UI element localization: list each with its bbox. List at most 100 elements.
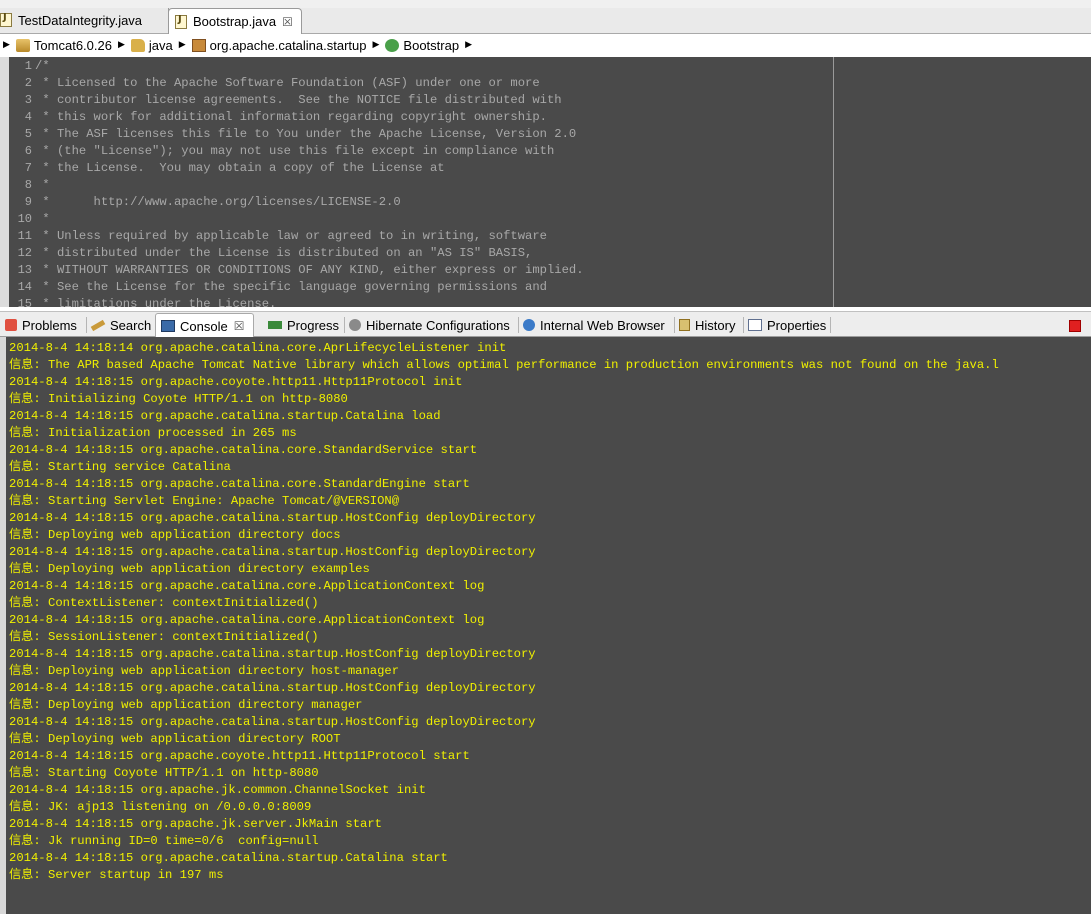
line-number: 12	[17, 246, 32, 260]
breadcrumb-item-package[interactable]: org.apache.catalina.startup	[210, 38, 367, 53]
tab-label: Progress	[287, 317, 340, 333]
console-line: 2014-8-4 14:18:15 org.apache.catalina.st…	[9, 511, 536, 525]
code-line: * limitations under the License.	[35, 297, 277, 307]
console-line: 信息: ContextListener: contextInitialized(…	[9, 596, 319, 610]
code-line: * contributor license agreements. See th…	[35, 93, 562, 107]
code-line: * See the License for the specific langu…	[35, 280, 547, 294]
close-icon[interactable]: ☒	[282, 15, 293, 29]
console-line: 信息: The APR based Apache Tomcat Native l…	[9, 358, 999, 372]
console-line: 2014-8-4 14:18:15 org.apache.jk.server.J…	[9, 817, 382, 831]
code-line: * the License. You may obtain a copy of …	[35, 161, 445, 175]
tab-internal-web-browser[interactable]: Internal Web Browser	[518, 314, 665, 336]
breadcrumb: ▶ Tomcat6.0.26 ▶ java ▶ org.apache.catal…	[0, 34, 1091, 56]
line-number: 4	[24, 110, 32, 124]
code-line: * Licensed to the Apache Software Founda…	[35, 76, 540, 90]
properties-icon	[748, 319, 762, 331]
history-icon	[679, 319, 690, 331]
package-icon	[191, 38, 206, 52]
tab-properties[interactable]: Properties	[743, 314, 826, 336]
console-line: 2014-8-4 14:18:15 org.apache.catalina.st…	[9, 681, 536, 695]
editor-tab-label: TestDataIntegrity.java	[18, 12, 143, 28]
editor-tab-testdataintegrity[interactable]: TestDataIntegrity.java	[0, 8, 169, 32]
editor-tab-bootstrap[interactable]: Bootstrap.java ☒	[168, 8, 302, 34]
close-icon[interactable]: ☒	[234, 319, 245, 333]
breadcrumb-arrow-icon[interactable]: ▶	[465, 40, 472, 50]
console-line: 信息: Starting service Catalina	[9, 460, 231, 474]
breadcrumb-arrow-icon[interactable]: ▶	[179, 40, 186, 50]
tab-history[interactable]: History	[674, 314, 735, 336]
tab-hibernate-configurations[interactable]: Hibernate Configurations	[344, 314, 510, 336]
console-line: 2014-8-4 14:18:15 org.apache.catalina.st…	[9, 647, 536, 661]
code-line: /*	[35, 59, 50, 73]
line-number: 1	[24, 59, 32, 73]
tab-label: Properties	[767, 317, 827, 333]
editor-tab-bar: TestDataIntegrity.java Bootstrap.java ☒	[0, 8, 1091, 34]
line-number: 2	[24, 76, 32, 90]
progress-icon	[268, 321, 282, 329]
code-line: *	[35, 212, 50, 226]
line-number: 5	[24, 127, 32, 141]
print-margin-line	[833, 57, 834, 307]
source-folder-icon	[130, 38, 145, 52]
console-line: 信息: Starting Coyote HTTP/1.1 on http-808…	[9, 766, 319, 780]
breadcrumb-item-class[interactable]: Bootstrap	[403, 38, 459, 53]
code-line: * The ASF licenses this file to You unde…	[35, 127, 577, 141]
tab-label: Search	[110, 317, 152, 333]
code-line: * this work for additional information r…	[35, 110, 547, 124]
line-number: 10	[17, 212, 32, 226]
console-line: 信息: JK: ajp13 listening on /0.0.0.0:8009	[9, 800, 312, 814]
console-line: 信息: Initialization processed in 265 ms	[9, 426, 297, 440]
console-line: 2014-8-4 14:18:14 org.apache.catalina.co…	[9, 341, 507, 355]
console-line: 2014-8-4 14:18:15 org.apache.catalina.st…	[9, 545, 536, 559]
console-line: 2014-8-4 14:18:15 org.apache.catalina.co…	[9, 443, 478, 457]
window-top-strip	[0, 0, 1091, 8]
console-line: 2014-8-4 14:18:15 org.apache.coyote.http…	[9, 749, 470, 763]
console-line: 信息: Deploying web application directory …	[9, 732, 341, 746]
console-line: 信息: Deploying web application directory …	[9, 664, 400, 678]
code-line: * Unless required by applicable law or a…	[35, 229, 547, 243]
hibernate-icon	[349, 319, 361, 331]
breadcrumb-arrow-icon[interactable]: ▶	[118, 40, 125, 50]
code-editor[interactable]: 1 2 3 4 5 6 7 8 9 10 11 12 13 14 15 /* * Licensed to t…	[0, 57, 1091, 307]
line-number: 7	[24, 161, 32, 175]
breadcrumb-item-folder[interactable]: java	[149, 38, 173, 53]
line-number: 9	[24, 195, 32, 209]
console-output[interactable]: 2014-8-4 14:18:14 org.apache.catalina.co…	[0, 337, 1091, 914]
tab-console[interactable]: Console ☒	[155, 313, 254, 338]
line-number: 11	[17, 229, 32, 243]
line-number: 6	[24, 144, 32, 158]
line-number: 14	[17, 280, 32, 294]
breadcrumb-arrow-icon[interactable]: ▶	[373, 40, 380, 50]
class-icon	[385, 38, 400, 52]
view-tab-bar: Problems Search Console ☒ Progress Hiber…	[0, 311, 1091, 338]
code-line: * WITHOUT WARRANTIES OR CONDITIONS OF AN…	[35, 263, 584, 277]
console-line: 2014-8-4 14:18:15 org.apache.catalina.st…	[9, 851, 448, 865]
console-line: 2014-8-4 14:18:15 org.apache.catalina.co…	[9, 613, 485, 627]
tab-label: Internal Web Browser	[540, 317, 665, 333]
problems-icon	[5, 319, 17, 331]
line-number: 15	[17, 297, 32, 307]
console-line: 2014-8-4 14:18:15 org.apache.catalina.st…	[9, 409, 441, 423]
console-line: 信息: Starting Servlet Engine: Apache Tomc…	[9, 494, 400, 508]
breadcrumb-item-project[interactable]: Tomcat6.0.26	[34, 38, 112, 53]
tab-search[interactable]: Search	[86, 314, 151, 336]
console-line: 信息: SessionListener: contextInitialized(…	[9, 630, 319, 644]
breadcrumb-arrow-icon[interactable]: ▶	[3, 40, 10, 50]
java-file-icon	[0, 12, 12, 27]
terminate-button[interactable]	[1069, 320, 1081, 332]
globe-icon	[523, 319, 535, 331]
console-line: 信息: Deploying web application directory …	[9, 528, 341, 542]
line-number: 13	[17, 263, 32, 277]
console-line: 信息: Initializing Coyote HTTP/1.1 on http…	[9, 392, 348, 406]
tab-label: Problems	[22, 317, 77, 333]
tab-problems[interactable]: Problems	[0, 314, 77, 336]
console-line: 2014-8-4 14:18:15 org.apache.coyote.http…	[9, 375, 463, 389]
console-line: 信息: Server startup in 197 ms	[9, 868, 224, 882]
tab-progress[interactable]: Progress	[263, 314, 339, 336]
code-area[interactable]: /* * Licensed to the Apache Software Fou…	[35, 57, 833, 307]
code-line: *	[35, 178, 50, 192]
tab-label: Console	[180, 318, 228, 334]
line-number: 8	[24, 178, 32, 192]
code-line: * http://www.apache.org/licenses/LICENSE…	[35, 195, 401, 209]
console-line: 信息: Jk running ID=0 time=0/6 config=null	[9, 834, 319, 848]
